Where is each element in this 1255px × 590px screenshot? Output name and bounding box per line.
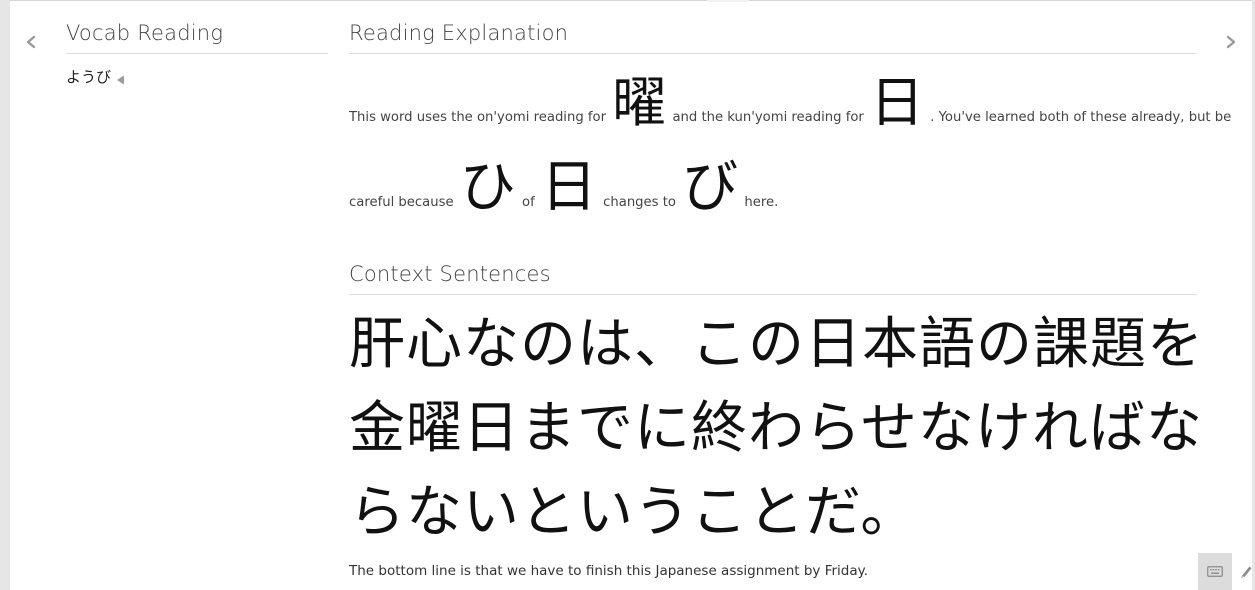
explanation-text: This word uses the on'yomi reading for	[349, 110, 607, 125]
pencil-icon	[1241, 566, 1252, 578]
explanation-text: careful because	[349, 195, 454, 210]
explanation-text: here.	[744, 195, 779, 210]
japanese-sentence-line: 肝心なのは、この日本語の課題を	[349, 312, 1204, 377]
explanation-kanji: 日	[540, 155, 597, 220]
speaker-icon[interactable]	[116, 71, 126, 84]
english-context-sentence: The bottom line is that we have to finis…	[349, 563, 868, 579]
reading-row: ようび	[66, 66, 126, 87]
keyboard-icon	[1207, 566, 1223, 577]
top-border	[10, 0, 1252, 1]
reading-explanation-heading: Reading Explanation	[349, 21, 569, 45]
japanese-context-sentence: 肝心なのは、この日本語の課題を 金曜日までに終わらせなければな らないということ…	[349, 303, 1204, 555]
explanation-kana: び	[682, 155, 739, 220]
explanation-line-1: This word uses the on'yomi reading for 曜…	[349, 76, 1231, 130]
explanation-text: and the kun'yomi reading for	[672, 110, 864, 125]
explanation-text: of	[522, 195, 535, 210]
next-button[interactable]	[1224, 31, 1238, 53]
chevron-left-icon	[26, 35, 36, 49]
keyboard-button[interactable]	[1198, 553, 1232, 590]
explanation-kanji: 日	[870, 71, 925, 134]
explanation-text: changes to	[603, 195, 676, 210]
explanation-kanji: 曜	[612, 71, 667, 134]
left-gutter	[0, 0, 10, 590]
reading-explanation-divider	[349, 53, 1197, 54]
edit-button[interactable]	[1239, 563, 1253, 579]
vocab-reading-heading: Vocab Reading	[66, 21, 224, 45]
explanation-line-2: careful because ひ of 日 changes to び here…	[349, 160, 778, 216]
chevron-right-icon	[1226, 35, 1236, 49]
context-sentences-divider	[349, 294, 1197, 295]
explanation-text: . You've learned both of these already, …	[930, 110, 1232, 125]
explanation-kana: ひ	[459, 155, 516, 220]
vocab-review-page: Vocab Reading ようび Reading Explanation Th…	[0, 0, 1255, 590]
reading-kana: ようび	[66, 68, 112, 86]
previous-button[interactable]	[24, 31, 38, 53]
vocab-reading-divider	[66, 53, 328, 54]
japanese-sentence-line: らないということだ。	[349, 480, 918, 545]
japanese-sentence-line: 金曜日までに終わらせなければな	[349, 396, 1203, 461]
top-tab-marker	[707, 0, 749, 2]
context-sentences-heading: Context Sentences	[349, 262, 551, 286]
